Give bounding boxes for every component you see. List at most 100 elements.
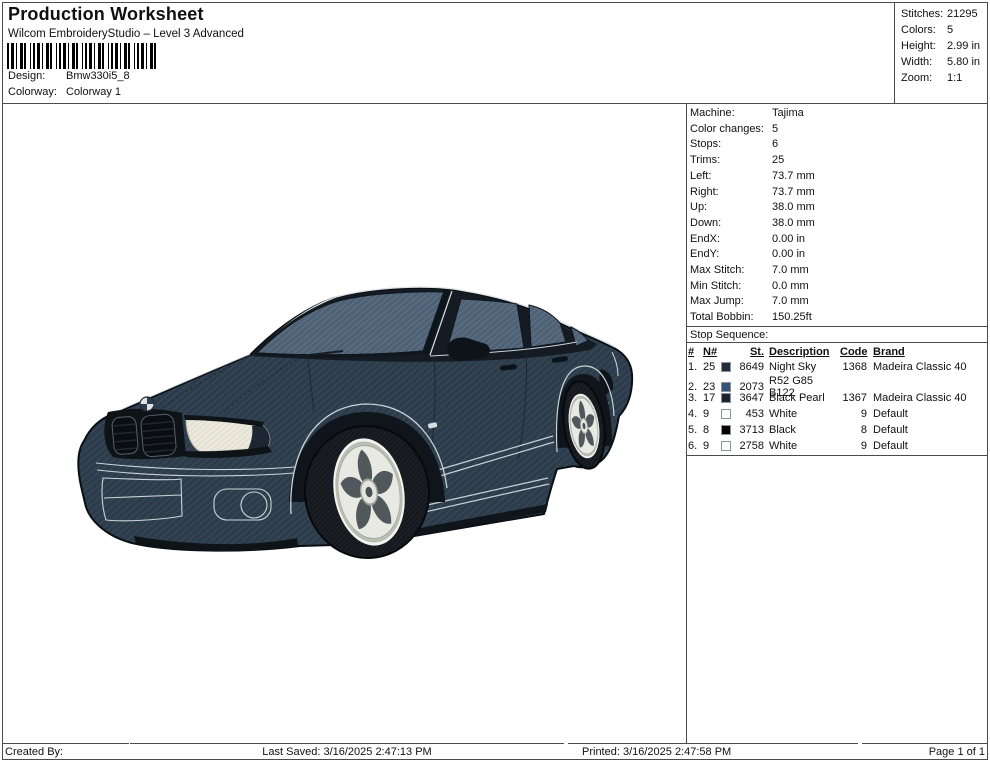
rear-door-glass — [528, 304, 567, 348]
design-label: Design: — [8, 70, 46, 82]
stat-value: 2.99 in — [947, 40, 981, 52]
row-stitches: 453 — [745, 408, 764, 421]
row-num: 2. — [688, 380, 698, 393]
stop-sequence-row: 2. 23 2073 R52 G85 B122 — [688, 375, 986, 399]
stat-label: Height: — [901, 40, 936, 52]
col-code: Code — [840, 345, 868, 358]
footer-page-number: Page 1 of 1 — [862, 743, 988, 762]
stat-row: Height: 2.99 in — [901, 38, 980, 54]
info-value: 25 — [772, 154, 785, 167]
stop-sequence-label: Stop Sequence: — [690, 329, 769, 341]
row-brand: Default — [873, 408, 908, 421]
row-num: 6. — [688, 439, 698, 452]
row-needle: 17 — [703, 392, 716, 405]
colorway-label: Colorway: — [8, 86, 57, 98]
info-value: 0.00 in — [772, 232, 806, 245]
main-divider — [686, 104, 687, 743]
info-label: Total Bobbin: — [690, 311, 754, 324]
row-code: 1368 — [842, 360, 867, 373]
row-stitches: 3647 — [739, 392, 764, 405]
row-num: 4. — [688, 408, 698, 421]
app-subtitle: Wilcom EmbroideryStudio – Level 3 Advanc… — [8, 28, 244, 40]
stat-label: Zoom: — [901, 72, 933, 84]
info-label: Max Stitch: — [690, 264, 745, 277]
info-value: 5 — [772, 122, 779, 135]
bmw-roundel — [139, 396, 155, 412]
info-value: 7.0 mm — [772, 295, 809, 308]
info-label: Machine: — [690, 107, 735, 119]
machine-info-row: Stops: 6 — [690, 137, 986, 153]
machine-info-row: Color changes: 5 — [690, 122, 986, 138]
row-code: 1367 — [842, 392, 867, 405]
row-needle: 8 — [703, 423, 710, 436]
info-value: 0.0 mm — [772, 279, 809, 292]
info-label: Color changes: — [690, 122, 764, 135]
machine-info-row: Left: 73.7 mm — [690, 169, 986, 185]
stat-value: 1:1 — [947, 72, 963, 84]
stat-label: Width: — [901, 56, 933, 68]
stop-sequence-header: # N# St. Description Code Brand — [688, 344, 986, 359]
info-label: Up: — [690, 201, 708, 214]
info-value: Tajima — [772, 107, 804, 119]
info-value: 0.00 in — [772, 248, 806, 261]
stats-box: Stitches: 21295 Colors: 5 Height: 2.99 i… — [901, 6, 980, 86]
info-label: Down: — [690, 216, 722, 229]
stat-label: Colors: — [901, 24, 936, 36]
row-needle: 9 — [703, 408, 710, 421]
row-stitches: 3713 — [739, 423, 764, 436]
stats-box-divider — [894, 2, 895, 104]
stat-value: 21295 — [947, 8, 978, 20]
row-brand: Default — [873, 439, 908, 452]
info-label: Min Stitch: — [690, 279, 742, 292]
stop-sequence-table: 1. 25 8649 Night Sky 1368 Madeira Classi… — [688, 359, 986, 454]
row-stitches: 2758 — [739, 439, 764, 452]
info-label: Right: — [690, 185, 719, 198]
info-value: 6 — [772, 138, 779, 151]
stop-sequence-divider-bottom — [687, 455, 988, 456]
colorway-value: Colorway 1 — [66, 86, 122, 98]
row-needle: 9 — [703, 439, 710, 452]
row-num: 3. — [688, 392, 698, 405]
stop-sequence-divider-mid — [687, 342, 988, 343]
info-value: 38.0 mm — [772, 216, 815, 229]
stat-row: Stitches: 21295 — [901, 6, 980, 22]
info-label: EndX: — [690, 232, 720, 245]
row-stitches: 2073 — [739, 380, 764, 393]
col-n: N# — [703, 345, 718, 358]
machine-info-row: Max Stitch: 7.0 mm — [690, 263, 986, 279]
info-value: 38.0 mm — [772, 201, 815, 214]
machine-info-row: Total Bobbin: 150.25ft — [690, 310, 986, 326]
design-barcode — [7, 43, 157, 69]
row-stitches: 8649 — [739, 360, 764, 373]
row-code: 9 — [860, 439, 867, 452]
stop-sequence-row: 6. 9 2758 White 9 Default — [688, 438, 986, 454]
machine-info-row: Trims: 25 — [690, 153, 986, 169]
stat-value: 5 — [947, 24, 954, 36]
kidney-grille-left — [111, 416, 139, 455]
machine-info-row: Machine: Tajima — [690, 106, 986, 122]
row-num: 5. — [688, 423, 698, 436]
machine-info-row: Up: 38.0 mm — [690, 200, 986, 216]
machine-info-row: Right: 73.7 mm — [690, 185, 986, 201]
row-description: Black Pearl — [769, 392, 825, 405]
row-code: 8 — [860, 423, 867, 436]
row-brand: Default — [873, 423, 908, 436]
production-worksheet-page: Production Worksheet Wilcom EmbroiderySt… — [0, 0, 990, 762]
stat-row: Colors: 5 — [901, 22, 980, 38]
row-brand: Madeira Classic 40 — [873, 360, 967, 373]
machine-info-row: Min Stitch: 0.0 mm — [690, 279, 986, 295]
info-value: 150.25ft — [772, 311, 812, 324]
page-title: Production Worksheet — [8, 4, 204, 24]
machine-info-row: Down: 38.0 mm — [690, 216, 986, 232]
stop-sequence-row: 4. 9 453 White 9 Default — [688, 406, 986, 422]
machine-info-row: Max Jump: 7.0 mm — [690, 294, 986, 310]
info-value: 73.7 mm — [772, 185, 815, 198]
row-code: 9 — [860, 408, 867, 421]
row-description: Black — [769, 423, 796, 436]
row-description: White — [769, 439, 798, 452]
row-needle: 25 — [703, 360, 716, 373]
col-description: Description — [769, 345, 830, 358]
header-divider — [2, 103, 988, 104]
windshield-glass — [255, 291, 445, 356]
thread-color-swatch — [721, 381, 731, 392]
